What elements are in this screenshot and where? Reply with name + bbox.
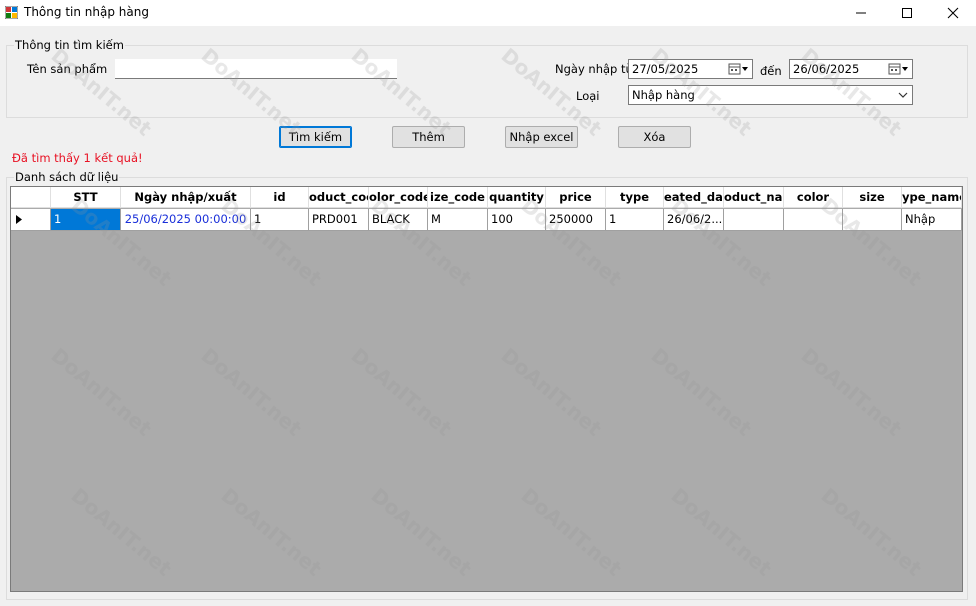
date-to-label: đến	[760, 64, 782, 78]
row-header[interactable]	[11, 209, 51, 231]
chevron-down-icon	[898, 92, 908, 98]
col-header[interactable]: color	[784, 187, 843, 208]
table-cell[interactable]	[843, 209, 902, 231]
col-header[interactable]: quantity	[488, 187, 546, 208]
table-cell[interactable]: 26/06/2...	[664, 209, 724, 231]
type-select[interactable]: Nhập hàng	[628, 85, 913, 105]
table-cell[interactable]: 250000	[546, 209, 606, 231]
product-name-label: Tên sản phẩm	[27, 62, 108, 76]
col-header[interactable]: price	[546, 187, 606, 208]
date-to-picker[interactable]: 26/06/2025	[789, 59, 913, 79]
add-button[interactable]: Thêm	[392, 126, 465, 148]
col-header[interactable]: id	[251, 187, 309, 208]
data-grid[interactable]: STT Ngày nhập/xuất id oduct_coc olor_cod…	[10, 186, 963, 592]
delete-button[interactable]: Xóa	[618, 126, 691, 148]
table-cell[interactable]: 1	[51, 209, 121, 231]
search-groupbox	[6, 45, 968, 118]
table-cell[interactable]: PRD001	[309, 209, 369, 231]
search-group-title: Thông tin tìm kiếm	[14, 38, 125, 52]
product-name-input[interactable]	[115, 59, 397, 79]
col-header[interactable]: eated_dat	[664, 187, 724, 208]
calendar-dropdown-icon[interactable]	[888, 62, 910, 76]
type-label: Loại	[576, 89, 600, 103]
main-window: Thông tin nhập hàng Thông tin tìm kiếm T…	[0, 0, 976, 606]
col-header[interactable]: olor_code	[369, 187, 428, 208]
current-row-arrow-icon	[16, 215, 22, 224]
calendar-dropdown-icon[interactable]	[728, 62, 750, 76]
date-from-picker[interactable]: 27/05/2025	[628, 59, 753, 79]
window-title: Thông tin nhập hàng	[24, 5, 149, 19]
table-cell[interactable]: 1	[251, 209, 309, 231]
maximize-icon	[902, 8, 912, 18]
maximize-button[interactable]	[884, 0, 930, 26]
col-header[interactable]: oduct_coc	[309, 187, 369, 208]
search-button[interactable]: Tìm kiếm	[279, 126, 352, 148]
minimize-button[interactable]	[838, 0, 884, 26]
col-header[interactable]: ype_name	[902, 187, 962, 208]
header-row: STT Ngày nhập/xuất id oduct_coc olor_cod…	[11, 187, 962, 208]
row-header-corner	[11, 187, 51, 208]
table-cell[interactable]: 100	[488, 209, 546, 231]
col-header[interactable]: Ngày nhập/xuất	[121, 187, 251, 208]
table-cell[interactable]	[724, 209, 784, 231]
col-header[interactable]: STT	[51, 187, 121, 208]
date-to-value: 26/06/2025	[793, 62, 860, 76]
import-excel-button[interactable]: Nhập excel	[505, 126, 578, 148]
date-from-value: 27/05/2025	[632, 62, 699, 76]
result-status: Đã tìm thấy 1 kết quả!	[12, 151, 143, 165]
minimize-icon	[856, 12, 866, 14]
col-header[interactable]: oduct_nan	[724, 187, 784, 208]
type-select-value: Nhập hàng	[632, 88, 695, 102]
table-cell[interactable]: Nhập	[902, 209, 962, 231]
date-from-label: Ngày nhập từ	[555, 62, 633, 76]
col-header[interactable]: size	[843, 187, 902, 208]
data-group-title: Danh sách dữ liệu	[14, 170, 120, 184]
close-button[interactable]	[930, 0, 976, 26]
title-bar: Thông tin nhập hàng	[0, 0, 976, 26]
table-cell[interactable]: BLACK	[369, 209, 428, 231]
table-cell[interactable]	[784, 209, 843, 231]
col-header[interactable]: ize_code	[428, 187, 488, 208]
col-header[interactable]: type	[606, 187, 664, 208]
table-cell[interactable]: M	[428, 209, 488, 231]
table-cell[interactable]: 1	[606, 209, 664, 231]
app-icon	[5, 6, 18, 19]
table-row[interactable]: 1 25/06/2025 00:00:00 1 PRD001 BLACK M 1…	[11, 209, 962, 231]
close-icon	[947, 7, 959, 19]
table-cell[interactable]: 25/06/2025 00:00:00	[121, 209, 251, 231]
